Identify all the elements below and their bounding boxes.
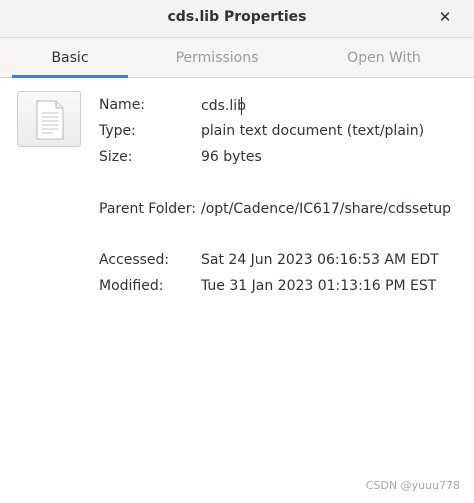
- title-bar: cds.lib Properties ✕: [0, 0, 474, 38]
- tab-open-with[interactable]: Open With: [314, 38, 454, 77]
- file-icon-button[interactable]: [17, 91, 81, 147]
- size-value: 96 bytes: [201, 149, 262, 165]
- window-title: cds.lib Properties: [167, 9, 307, 25]
- tab-basic[interactable]: Basic: [12, 38, 128, 78]
- name-label: Name:: [99, 97, 146, 113]
- type-label: Type:: [99, 123, 136, 139]
- name-field[interactable]: [199, 96, 401, 116]
- watermark: CSDN @yuuu778: [365, 479, 460, 492]
- text-document-icon: [36, 100, 64, 140]
- parent-folder-value: /opt/Cadence/IC617/share/cdssetup: [201, 201, 452, 217]
- type-value: plain text document (text/plain): [201, 123, 425, 139]
- accessed-value: Sat 24 Jun 2023 06:16:53 AM EDT: [201, 252, 439, 268]
- modified-label: Modified:: [99, 278, 164, 294]
- text-cursor: [241, 97, 242, 115]
- tab-permissions[interactable]: Permissions: [151, 38, 283, 77]
- accessed-label: Accessed:: [99, 252, 170, 268]
- close-icon[interactable]: ✕: [437, 8, 453, 26]
- modified-value: Tue 31 Jan 2023 01:13:16 PM EST: [201, 278, 437, 294]
- size-label: Size:: [99, 149, 133, 165]
- tab-bar: Basic Permissions Open With: [0, 38, 474, 78]
- parent-folder-label: Parent Folder:: [99, 201, 197, 217]
